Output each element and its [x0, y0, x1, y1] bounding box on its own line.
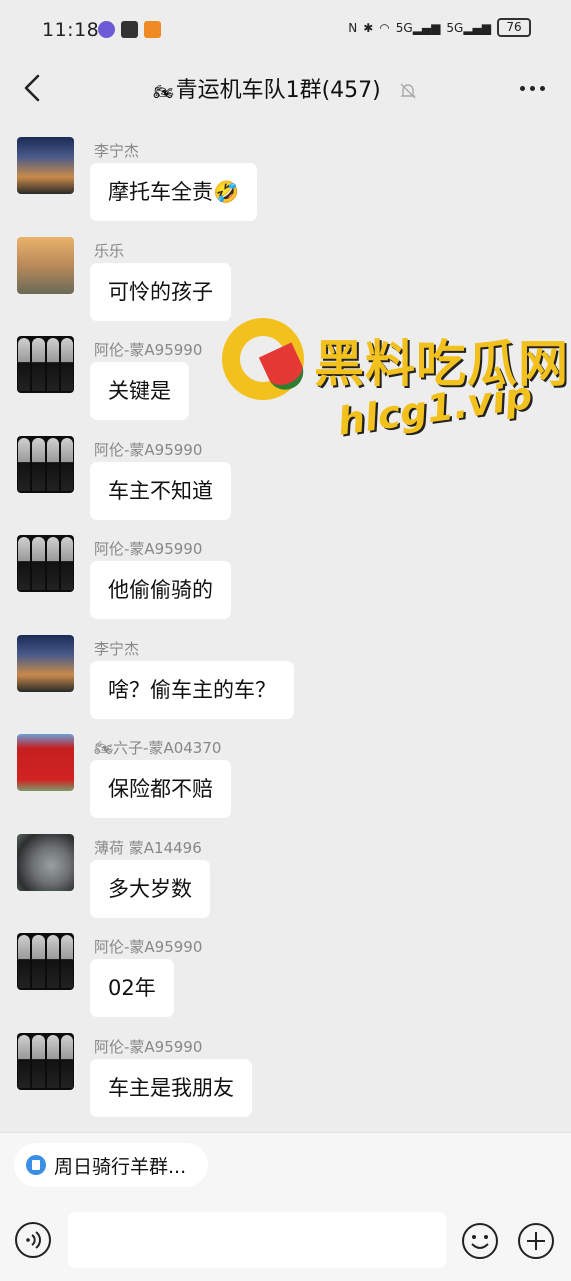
avatar[interactable] [17, 834, 74, 891]
watermark: 黑料吃瓜网 hlcg1.vip [222, 318, 571, 478]
avatar[interactable] [17, 137, 74, 194]
app-notification-icon [144, 21, 161, 38]
status-system-icons: N ✱ ◠ 5G▂▄▆ 5G▂▄▆ 76 [348, 18, 531, 37]
status-app-icons [98, 21, 161, 38]
status-bar: 11:18 N ✱ ◠ 5G▂▄▆ 5G▂▄▆ 76 [0, 0, 571, 60]
sender-name: 乐乐 [94, 242, 125, 260]
message-item: 阿伦-蒙A95990 车主是我朋友 [0, 1022, 571, 1118]
app-notification-icon [121, 21, 138, 38]
message-input[interactable] [68, 1212, 446, 1268]
message-item: 阿伦-蒙A95990 02年 [0, 922, 571, 1018]
avatar[interactable] [17, 635, 74, 692]
chip-label: 周日骑行羊群... [54, 1155, 187, 1178]
sender-name: 阿伦-蒙A95990 [94, 441, 203, 459]
message-item: 阿伦-蒙A95990 他偷偷骑的 [0, 524, 571, 620]
status-time: 11:18 [42, 19, 100, 41]
battery-icon: 76 [497, 18, 531, 37]
signal-icon: 5G▂▄▆ [446, 20, 491, 35]
message-item: 李宁杰 啥？偷车主的车？ [0, 624, 571, 720]
muted-bell-icon [400, 83, 416, 99]
message-bubble[interactable]: 保险都不赔 [90, 760, 231, 818]
signal-icon: 5G▂▄▆ [395, 20, 441, 35]
sender-name: 阿伦-蒙A95990 [94, 938, 203, 956]
group-name: 青运机车队1群(457) [175, 78, 381, 103]
avatar[interactable] [17, 1033, 74, 1090]
message-bubble[interactable]: 车主是我朋友 [90, 1059, 252, 1117]
avatar[interactable] [17, 734, 74, 791]
message-bubble[interactable]: 他偷偷骑的 [90, 561, 231, 619]
emoji-icon[interactable] [460, 1221, 500, 1261]
sender-name: 李宁杰 [94, 142, 140, 160]
avatar[interactable] [17, 933, 74, 990]
message-item: 乐乐 可怜的孩子 [0, 226, 571, 322]
more-options-button[interactable] [520, 86, 545, 91]
sender-name: 李宁杰 [94, 640, 140, 658]
message-bubble[interactable]: 关键是 [90, 362, 189, 420]
avatar[interactable] [17, 336, 74, 393]
avatar[interactable] [17, 436, 74, 493]
document-icon [26, 1155, 46, 1175]
message-item: 李宁杰 摩托车全责🤣 [0, 126, 571, 222]
nfc-icon: N [348, 20, 358, 35]
sender-name: 薄荷 蒙A14496 [94, 839, 202, 857]
sender-name: 🏍六子-蒙A04370 [94, 739, 222, 757]
motorcycle-icon: 🏍 [153, 82, 174, 101]
bluetooth-icon: ✱ [363, 20, 374, 35]
quick-app-chip[interactable]: 周日骑行羊群... [14, 1143, 209, 1187]
input-area: 周日骑行羊群... [0, 1132, 571, 1281]
wifi-icon: ◠ [379, 20, 390, 35]
sender-name: 阿伦-蒙A95990 [94, 341, 203, 359]
message-item: 🏍六子-蒙A04370 保险都不赔 [0, 723, 571, 819]
message-bubble[interactable]: 摩托车全责🤣 [90, 163, 258, 221]
message-bubble[interactable]: 多大岁数 [90, 860, 210, 918]
plus-icon[interactable] [516, 1221, 556, 1261]
message-bubble[interactable]: 02年 [90, 959, 174, 1017]
message-item: 薄荷 蒙A14496 多大岁数 [0, 823, 571, 919]
app-notification-icon [98, 21, 115, 38]
sender-name: 阿伦-蒙A95990 [94, 1038, 203, 1056]
sender-name: 阿伦-蒙A95990 [94, 540, 203, 558]
avatar[interactable] [17, 237, 74, 294]
message-bubble[interactable]: 可怜的孩子 [90, 263, 231, 321]
avatar[interactable] [17, 535, 74, 592]
message-bubble[interactable]: 啥？偷车主的车？ [90, 661, 294, 719]
chat-title: 🏍青运机车队1群(457) [0, 72, 571, 104]
message-bubble[interactable]: 车主不知道 [90, 462, 231, 520]
chat-header: 🏍青运机车队1群(457) [0, 60, 571, 120]
voice-input-icon[interactable] [14, 1221, 52, 1259]
